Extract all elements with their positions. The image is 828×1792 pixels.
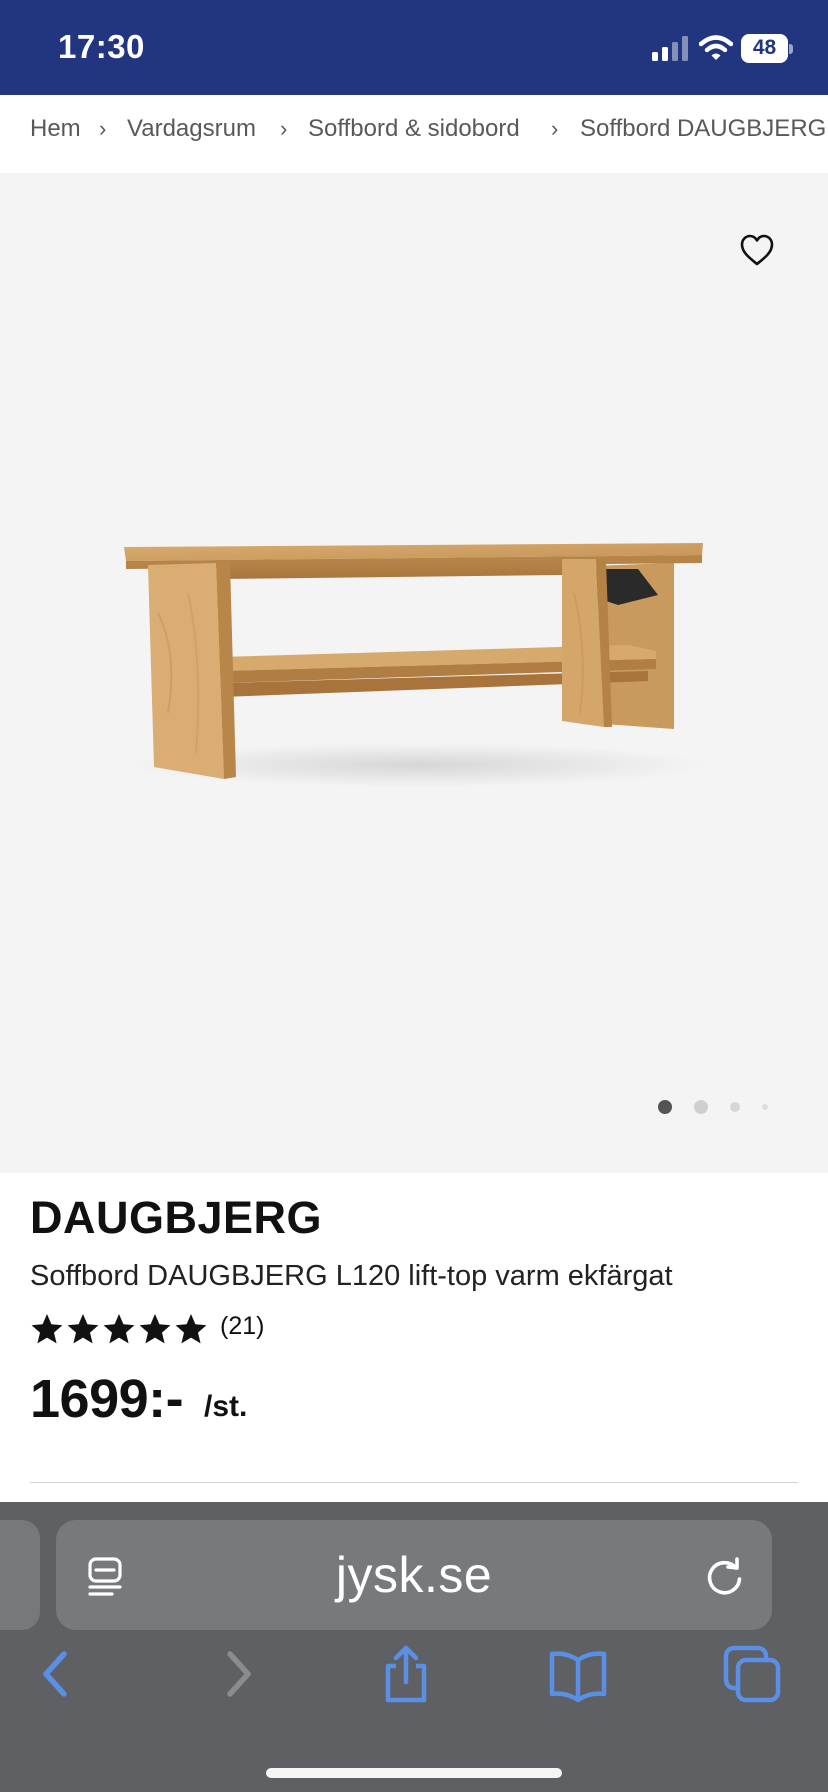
address-bar[interactable]: jysk.se [56, 1520, 772, 1630]
product-price: 1699:- [30, 1369, 184, 1429]
product-gallery[interactable] [0, 173, 828, 1173]
battery-level: 48 [752, 36, 777, 59]
forward-icon[interactable] [206, 1644, 266, 1704]
product-image [124, 543, 708, 787]
pagination-dot-active[interactable] [658, 1100, 672, 1114]
breadcrumb-current-product[interactable]: Soffbord DAUGBJERG [580, 115, 826, 143]
battery-cap [789, 44, 793, 54]
signal-icon [652, 36, 688, 61]
price-unit: /st. [204, 1390, 248, 1423]
home-indicator[interactable] [266, 1768, 562, 1778]
status-bar: 17:30 48 [0, 0, 828, 95]
breadcrumb-soffbord-sidobord[interactable]: Soffbord & sidobord [308, 115, 520, 143]
reload-icon[interactable] [704, 1555, 746, 1597]
url-text[interactable]: jysk.se [56, 1546, 772, 1604]
product-brand: DAUGBJERG [30, 1192, 323, 1243]
breadcrumb: Hem › Vardagsrum › Soffbord & sidobord ›… [0, 95, 828, 173]
browser-toolbar: jysk.se [0, 1502, 828, 1792]
pagination-dot[interactable] [762, 1104, 768, 1110]
breadcrumb-vardagsrum[interactable]: Vardagsrum [127, 115, 256, 143]
back-icon[interactable] [28, 1644, 88, 1704]
pagination-dot[interactable] [730, 1102, 740, 1112]
heart-outline-icon[interactable] [739, 233, 775, 267]
share-icon[interactable] [376, 1644, 436, 1704]
tabs-icon[interactable] [722, 1644, 782, 1704]
breadcrumb-separator: › [551, 116, 559, 141]
image-pagination[interactable] [655, 1097, 775, 1115]
wifi-icon [699, 35, 733, 60]
review-count[interactable]: (21) [220, 1312, 264, 1341]
breadcrumb-separator: › [99, 116, 107, 141]
breadcrumb-separator: › [280, 116, 288, 141]
battery-indicator: 48 [741, 34, 793, 63]
breadcrumb-home[interactable]: Hem [30, 115, 81, 143]
star-rating-icon [31, 1314, 207, 1344]
status-time: 17:30 [58, 28, 145, 65]
bookmarks-icon[interactable] [548, 1644, 608, 1704]
pagination-dot[interactable] [694, 1100, 708, 1114]
product-name: Soffbord DAUGBJERG L120 lift-top varm ek… [30, 1260, 673, 1292]
divider [30, 1482, 798, 1483]
previous-tab-preview[interactable] [0, 1520, 40, 1630]
